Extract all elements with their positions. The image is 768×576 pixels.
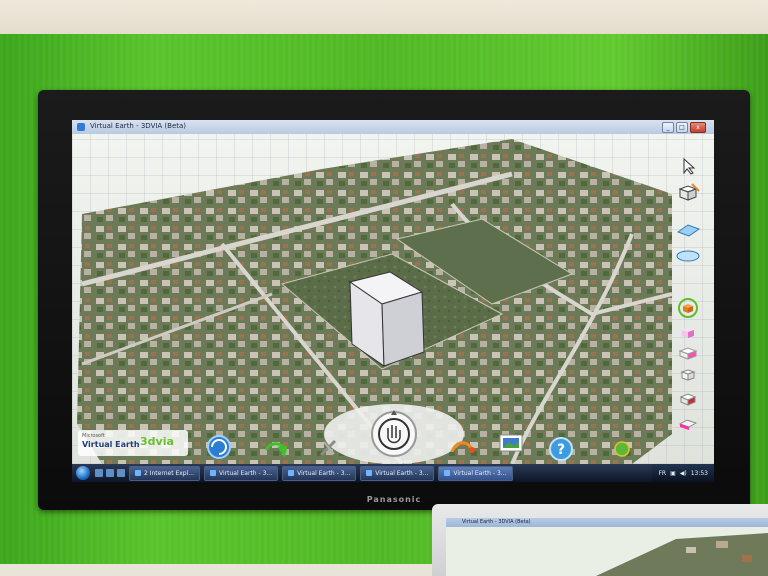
quicklaunch-icon[interactable]	[117, 469, 125, 477]
start-button[interactable]	[72, 464, 92, 482]
rotate-icon[interactable]	[204, 434, 234, 460]
app-icon	[77, 123, 85, 131]
logo-3dvia-text: 3dvia	[140, 435, 174, 448]
ie-icon	[135, 470, 141, 476]
box-red-icon[interactable]	[674, 388, 702, 408]
photo-icon[interactable]	[498, 432, 524, 454]
close-button[interactable]: x	[690, 122, 706, 133]
svg-text:?: ?	[557, 442, 565, 458]
windows-orb-icon	[76, 466, 90, 480]
maximize-button[interactable]: □	[676, 122, 688, 133]
volume-icon[interactable]: ◀)	[680, 470, 687, 477]
window-title: Virtual Earth - 3DVIA (Beta)	[90, 122, 187, 130]
window-controls: _ □ x	[662, 122, 706, 133]
tv-monitor: Virtual Earth - 3DVIA (Beta) _ □ x ? Mic…	[38, 90, 750, 510]
taskbar: 2 Internet Expl... Virtual Earth - 3... …	[72, 464, 714, 482]
system-tray: FR ▣ ◀) 13:53	[652, 464, 714, 482]
edit-cube-icon[interactable]	[674, 182, 702, 202]
taskbar-item-label: Virtual Earth - 3...	[219, 469, 273, 477]
taskbar-item-virtual-earth-active[interactable]: Virtual Earth - 3...	[438, 465, 513, 481]
cursor-icon[interactable]	[674, 156, 702, 176]
second-monitor-map	[446, 527, 768, 576]
taskbar-item-label: Virtual Earth - 3...	[375, 469, 429, 477]
taskbar-item-internet-explorer[interactable]: 2 Internet Expl...	[129, 465, 200, 481]
wall-background	[0, 0, 768, 36]
hand-navigation-icon[interactable]	[366, 408, 422, 458]
second-monitor: Virtual Earth - 3DVIA (Beta)	[432, 504, 768, 576]
virtual-earth-3dvia-logo: Microsoft Virtual Earth 3dvia	[78, 430, 188, 456]
language-indicator[interactable]: FR	[658, 470, 666, 477]
logo-microsoft-text: Microsoft	[82, 433, 105, 439]
virtual-earth-icon	[210, 470, 216, 476]
logo-virtual-earth-text: Virtual Earth	[82, 440, 140, 449]
window-titlebar: Virtual Earth - 3DVIA (Beta) _ □ x	[72, 120, 714, 134]
taskbar-item-label: Virtual Earth - 3...	[297, 469, 351, 477]
second-monitor-screen: Virtual Earth - 3DVIA (Beta)	[446, 518, 768, 576]
virtual-earth-icon	[366, 470, 373, 476]
second-monitor-title: Virtual Earth - 3DVIA (Beta)	[446, 518, 768, 527]
rectangle-icon[interactable]	[674, 220, 702, 240]
cube-icon[interactable]	[674, 298, 702, 318]
globe-icon[interactable]	[612, 440, 632, 458]
3d-viewport[interactable]: ? Microsoft Virtual Earth 3dvia	[72, 134, 714, 464]
ellipse-icon[interactable]	[674, 246, 702, 266]
virtual-earth-icon	[288, 470, 295, 476]
box-pink-icon[interactable]	[674, 342, 702, 362]
tv-brand-label: Panasonic	[366, 495, 422, 504]
quicklaunch-icon[interactable]	[95, 469, 103, 477]
taskbar-item-label: 2 Internet Expl...	[144, 469, 194, 477]
network-icon[interactable]: ▣	[670, 470, 676, 477]
taskbar-item-label: Virtual Earth - 3...	[453, 469, 507, 477]
screen: Virtual Earth - 3DVIA (Beta) _ □ x ? Mic…	[72, 120, 714, 482]
virtual-earth-icon	[444, 470, 451, 476]
taskbar-item-virtual-earth[interactable]: Virtual Earth - 3...	[282, 465, 357, 481]
measure-icon[interactable]	[448, 436, 476, 458]
right-toolbar	[670, 156, 708, 456]
minimize-button[interactable]: _	[662, 122, 674, 133]
tools-icon[interactable]	[318, 438, 340, 458]
box-white-icon[interactable]	[674, 364, 702, 384]
green-arrow-icon[interactable]	[262, 438, 288, 460]
paint-icon[interactable]	[674, 322, 702, 342]
taskbar-item-virtual-earth[interactable]: Virtual Earth - 3...	[360, 465, 435, 481]
help-icon[interactable]: ?	[548, 436, 574, 462]
taskbar-item-virtual-earth[interactable]: Virtual Earth - 3...	[204, 465, 279, 481]
quicklaunch-icon[interactable]	[106, 469, 114, 477]
clock[interactable]: 13:53	[691, 470, 708, 477]
